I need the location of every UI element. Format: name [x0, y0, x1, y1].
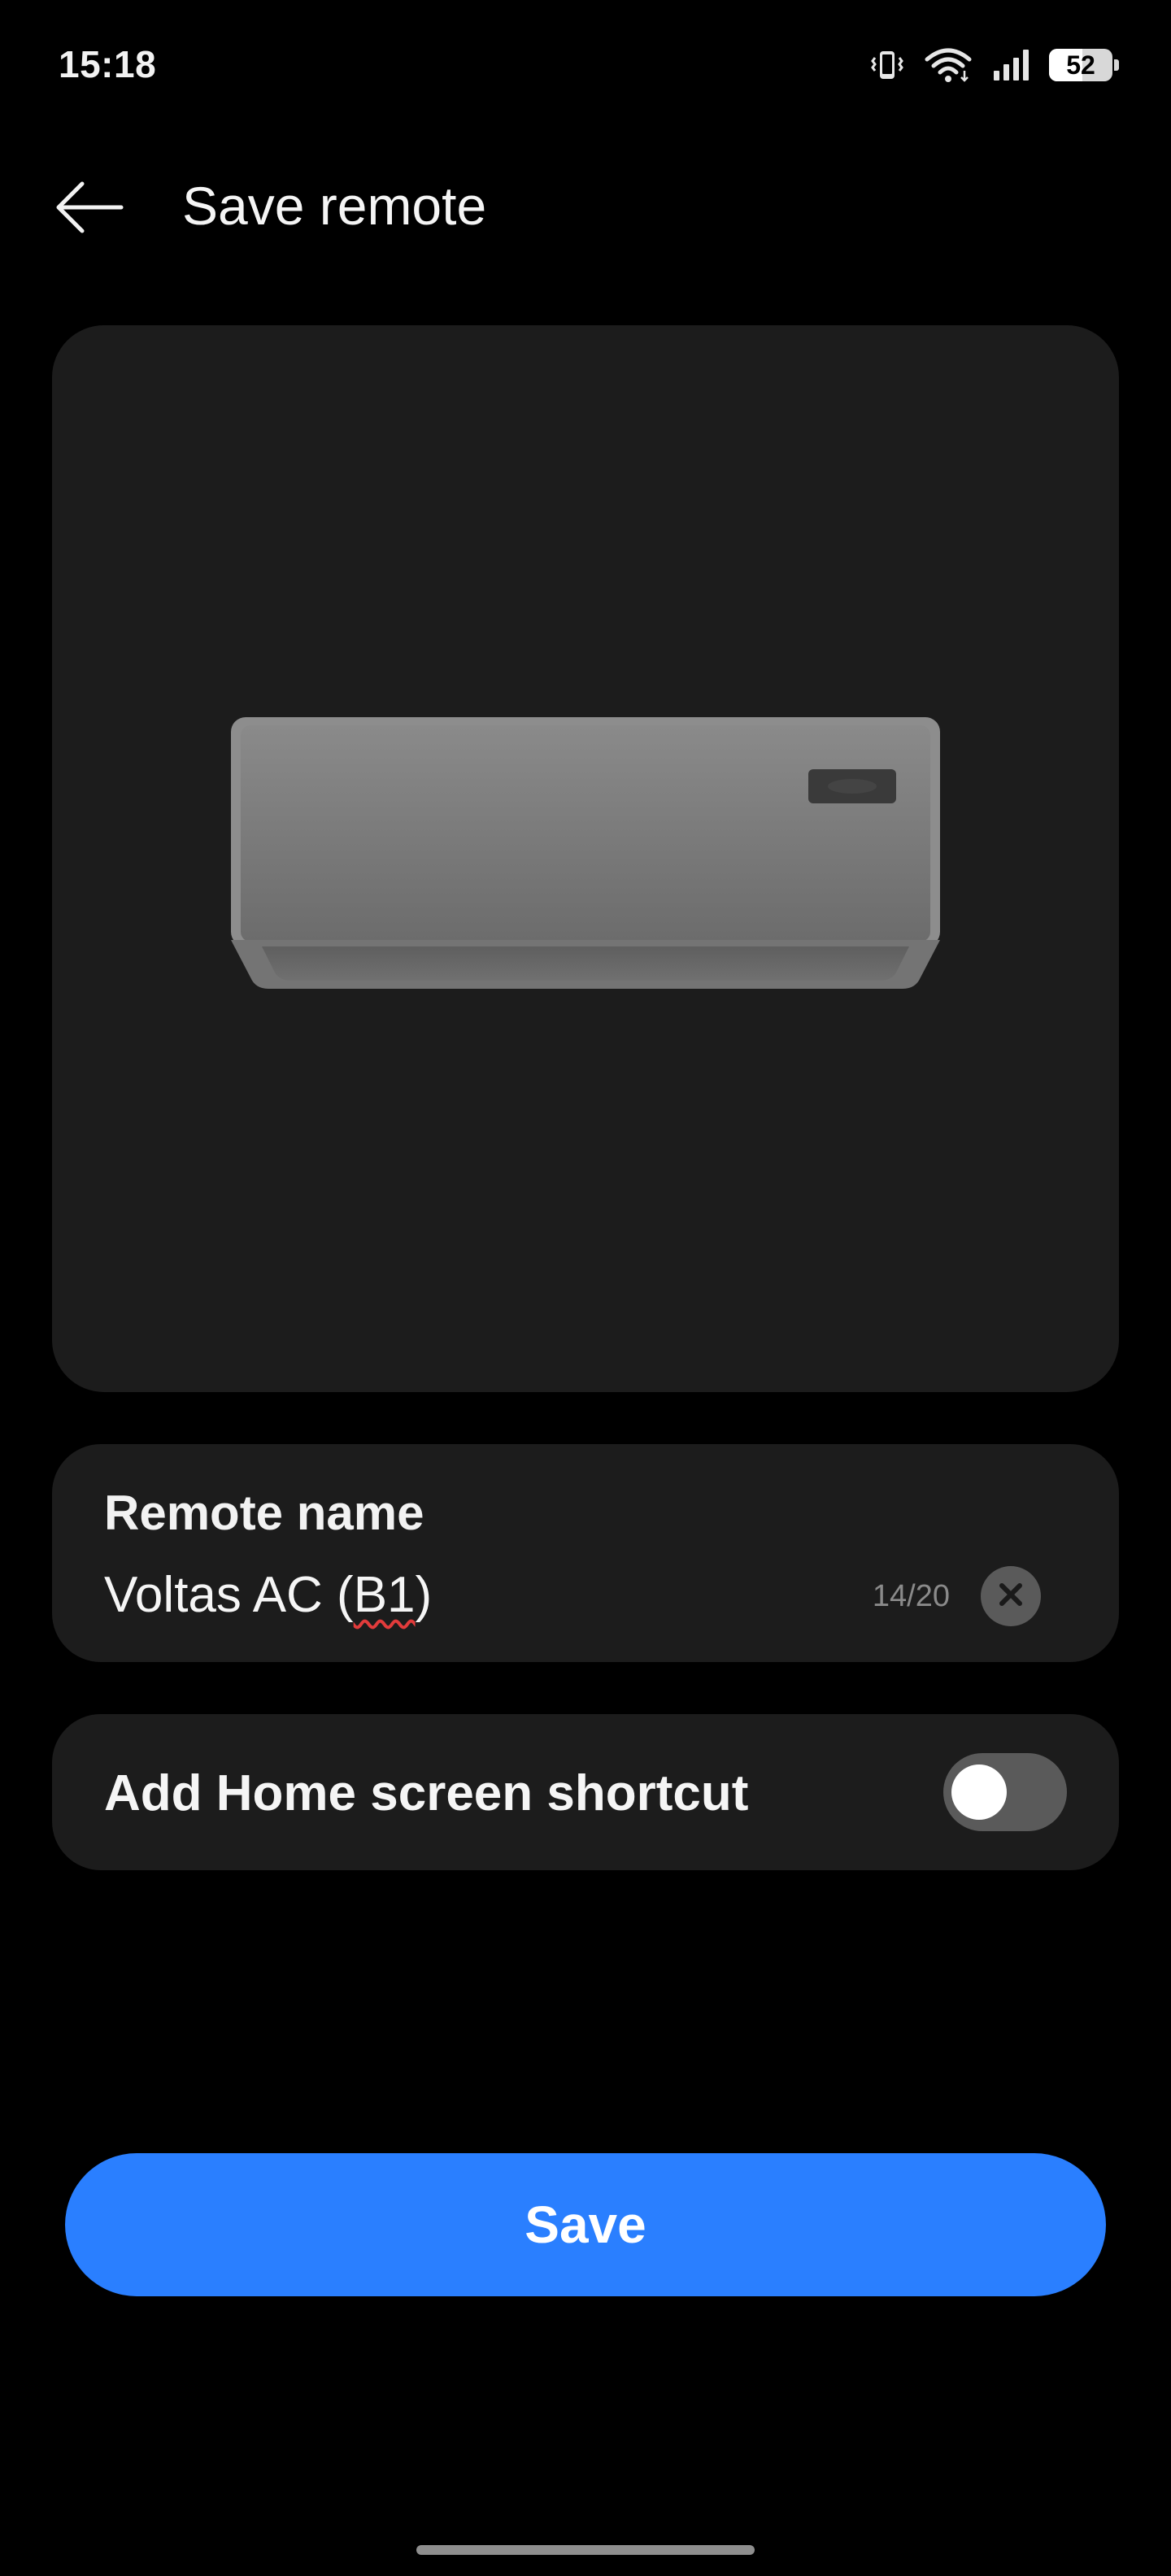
- save-remote-screen: 15:18 52 Save remote Remote name Voltas …: [0, 0, 1171, 2576]
- remote-name-label: Remote name: [104, 1486, 424, 1540]
- battery-icon: 52: [1049, 49, 1119, 81]
- page-title: Save remote: [182, 176, 487, 236]
- toggle-knob: [951, 1764, 1007, 1820]
- home-indicator[interactable]: [416, 2545, 755, 2555]
- remote-name-misspelled-word: B1: [353, 1567, 416, 1623]
- save-button[interactable]: Save: [65, 2153, 1106, 2296]
- remote-name-card: Remote name Voltas AC (B1) 14/20: [52, 1444, 1119, 1662]
- character-counter: 14/20: [872, 1579, 950, 1613]
- remote-name-prefix: Voltas AC (: [104, 1567, 354, 1623]
- signal-icon: [990, 46, 1031, 84]
- air-conditioner-illustration: [229, 716, 942, 996]
- app-header: Save remote: [0, 154, 1171, 260]
- status-bar: 15:18 52: [0, 0, 1171, 130]
- vibrate-icon: [868, 46, 906, 84]
- wifi-icon: [924, 46, 973, 84]
- battery-percent: 52: [1066, 50, 1095, 80]
- close-icon: [997, 1581, 1025, 1612]
- back-button[interactable]: [49, 172, 130, 246]
- home-shortcut-label: Add Home screen shortcut: [104, 1765, 749, 1821]
- remote-name-input[interactable]: Voltas AC (B1): [104, 1566, 432, 1624]
- status-icons: 52: [868, 42, 1119, 88]
- remote-name-suffix: ): [415, 1567, 433, 1623]
- home-shortcut-card: Add Home screen shortcut: [52, 1714, 1119, 1870]
- status-time: 15:18: [59, 43, 157, 85]
- clear-name-button[interactable]: [981, 1566, 1041, 1626]
- remote-preview-card: [52, 325, 1119, 1392]
- arrow-left-icon: [53, 179, 126, 240]
- home-shortcut-toggle[interactable]: [943, 1753, 1067, 1831]
